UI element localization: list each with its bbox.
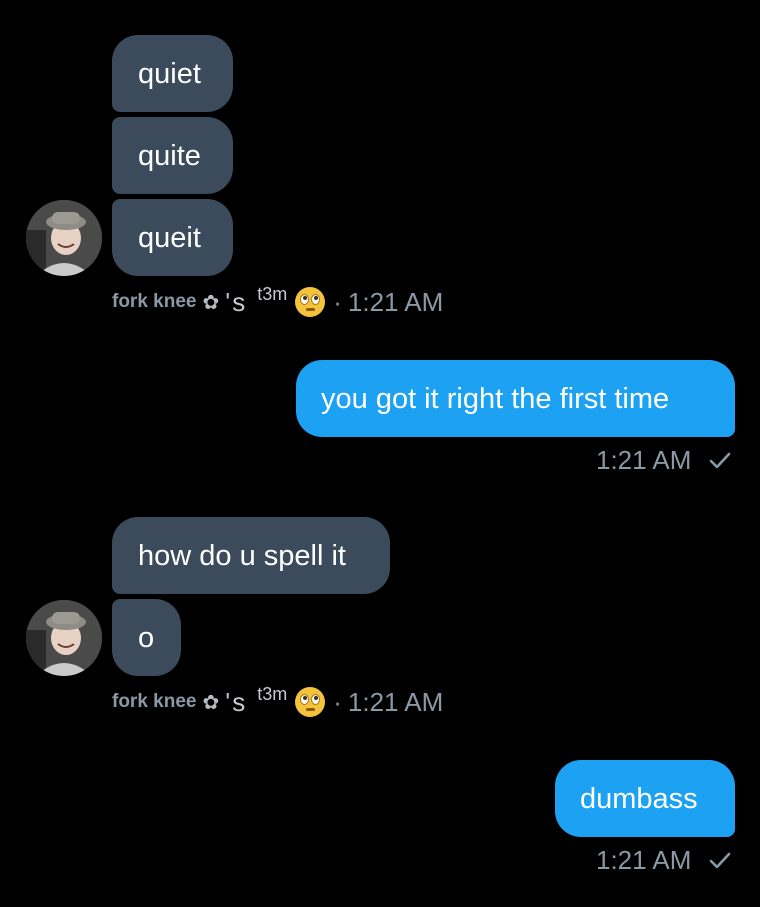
separator-dot: · — [333, 686, 342, 717]
separator-dot: · — [333, 286, 342, 317]
sent-check-icon — [709, 852, 731, 869]
name-letter: s — [232, 686, 246, 717]
sender-name[interactable]: fork knee — [112, 691, 196, 713]
incoming-message[interactable]: how do u spell it — [112, 517, 390, 594]
avatar[interactable] — [26, 200, 102, 276]
user-photo-icon — [26, 600, 102, 676]
name-suffix: t3m — [257, 283, 288, 304]
message-text: you got it right the first time — [321, 383, 670, 415]
apostrophe: ' — [225, 286, 231, 317]
incoming-message[interactable]: queit — [112, 199, 233, 276]
message-time: 1:21 AM — [596, 445, 692, 475]
sender-meta: fork knee ✿ ' s t3m · 1:21 AM — [112, 684, 443, 720]
message-text: quiet — [138, 58, 201, 90]
rolling-eyes-emoji-icon — [295, 287, 326, 317]
apostrophe: ' — [225, 686, 231, 717]
sent-check-icon — [709, 452, 731, 469]
incoming-message[interactable]: quiet — [112, 35, 233, 112]
name-letter: s — [232, 286, 246, 317]
sender-name[interactable]: fork knee — [112, 291, 196, 313]
message-text: how do u spell it — [138, 540, 346, 572]
user-photo-icon — [26, 200, 102, 276]
outgoing-message[interactable]: dumbass — [555, 760, 735, 837]
avatar[interactable] — [26, 600, 102, 676]
incoming-message[interactable]: o — [112, 599, 181, 676]
message-text: o — [138, 622, 155, 654]
message-time: 1:21 AM — [347, 286, 444, 317]
flower-icon: ✿ — [202, 291, 220, 314]
sender-meta: fork knee ✿ ' s t3m · 1:21 AM — [112, 284, 443, 320]
message-time: 1:21 AM — [596, 845, 692, 875]
name-suffix: t3m — [257, 683, 288, 704]
rolling-eyes-emoji-icon — [295, 687, 326, 717]
message-text: queit — [138, 222, 201, 254]
message-text: dumbass — [580, 783, 698, 815]
flower-icon: ✿ — [202, 691, 220, 714]
message-text: quite — [138, 140, 201, 172]
message-time: 1:21 AM — [347, 686, 444, 717]
incoming-message[interactable]: quite — [112, 117, 233, 194]
outgoing-message[interactable]: you got it right the first time — [296, 360, 735, 437]
